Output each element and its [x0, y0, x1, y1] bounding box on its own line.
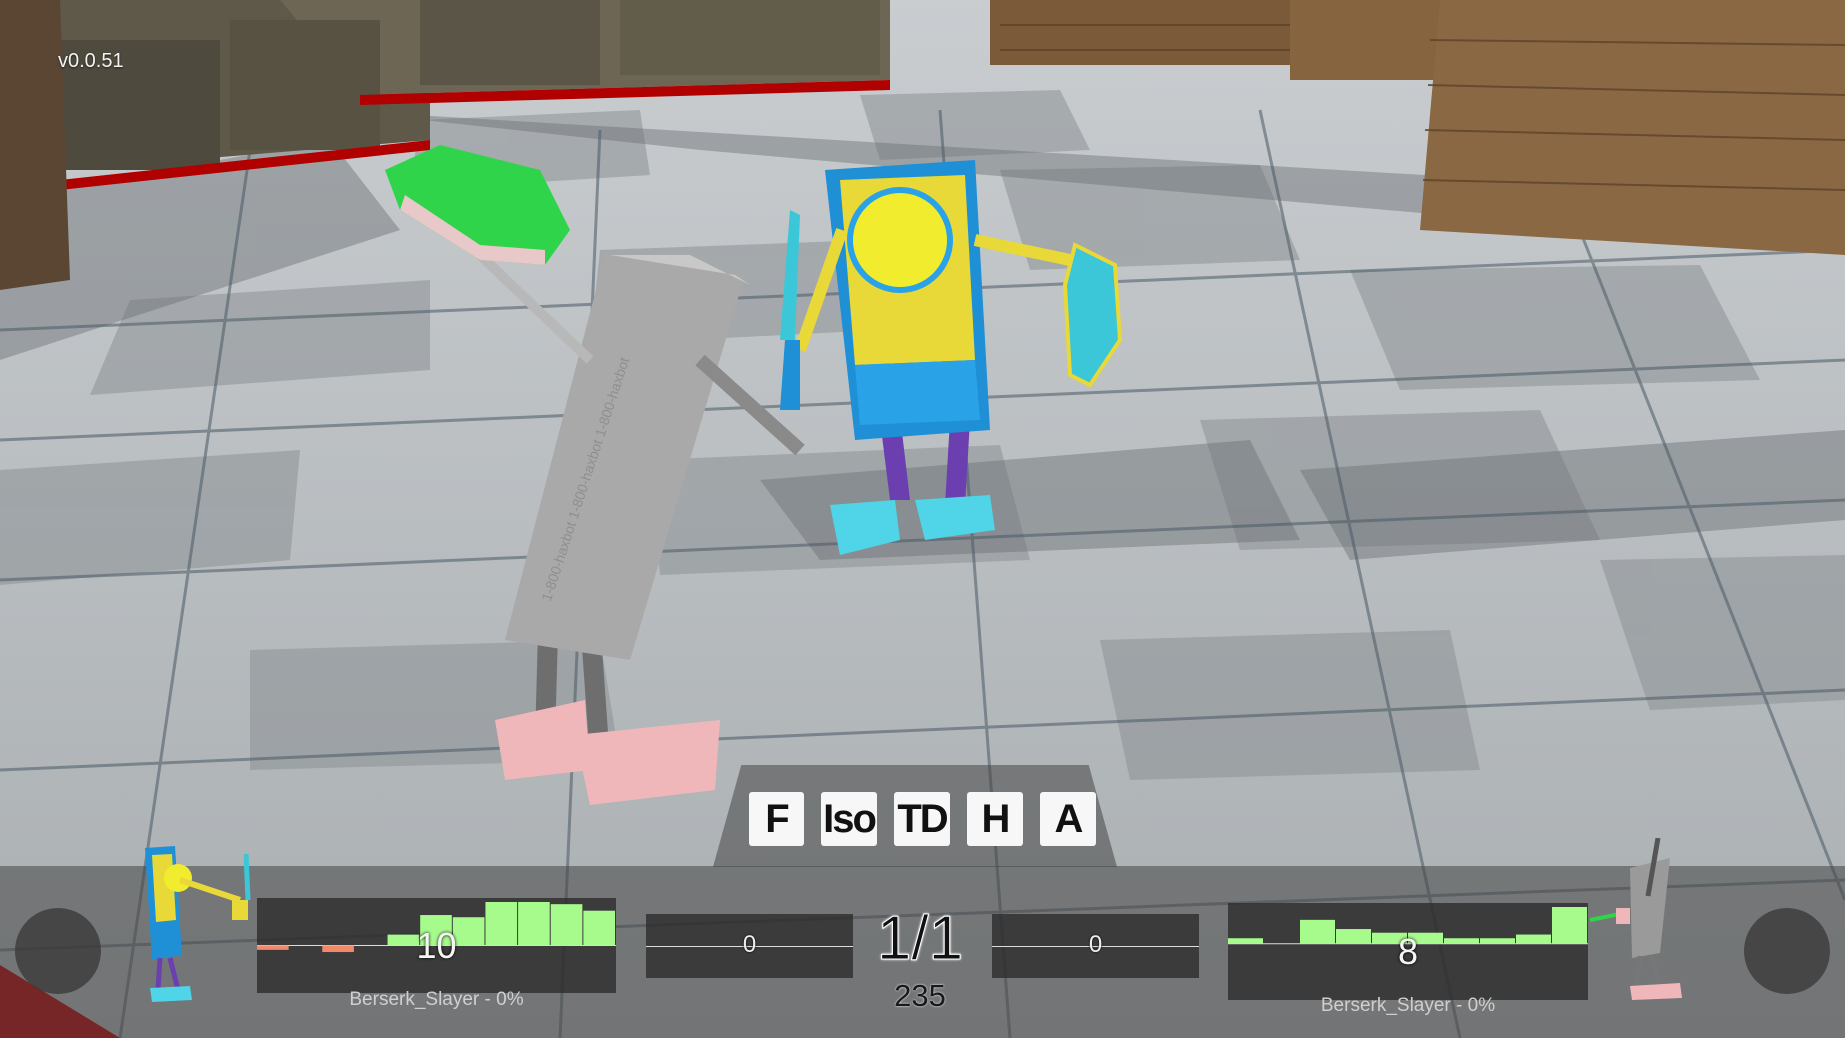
camera-topdown-button[interactable]: TD [894, 792, 950, 846]
left-joystick[interactable] [15, 908, 101, 994]
left-player-avatar [145, 846, 251, 1002]
right-secondary-value: 0 [1088, 931, 1103, 958]
match-timer: 235 [894, 978, 946, 1013]
right-player-graph: 8 [1228, 903, 1588, 1000]
camera-h-button[interactable]: H [967, 792, 1023, 846]
camera-front-button[interactable]: F [749, 792, 804, 846]
right-secondary-graph: 0 [992, 914, 1199, 978]
left-secondary-graph: 0 [646, 914, 853, 978]
right-joystick[interactable] [1744, 908, 1830, 994]
left-player-graph: 10 [257, 898, 616, 993]
camera-isometric-button[interactable]: Iso [821, 792, 877, 846]
left-player-name: Berserk_Slayer - 0% [349, 989, 524, 1010]
match-score: 1/1 [876, 904, 964, 974]
right-graph-value: 8 [1397, 931, 1419, 972]
camera-a-button[interactable]: A [1040, 792, 1096, 846]
version-label: v0.0.51 [58, 50, 124, 72]
right-player-avatar [1589, 838, 1682, 1000]
left-graph-value: 10 [416, 925, 457, 966]
left-secondary-value: 0 [742, 931, 757, 958]
right-player-name: Berserk_Slayer - 0% [1320, 995, 1496, 1016]
